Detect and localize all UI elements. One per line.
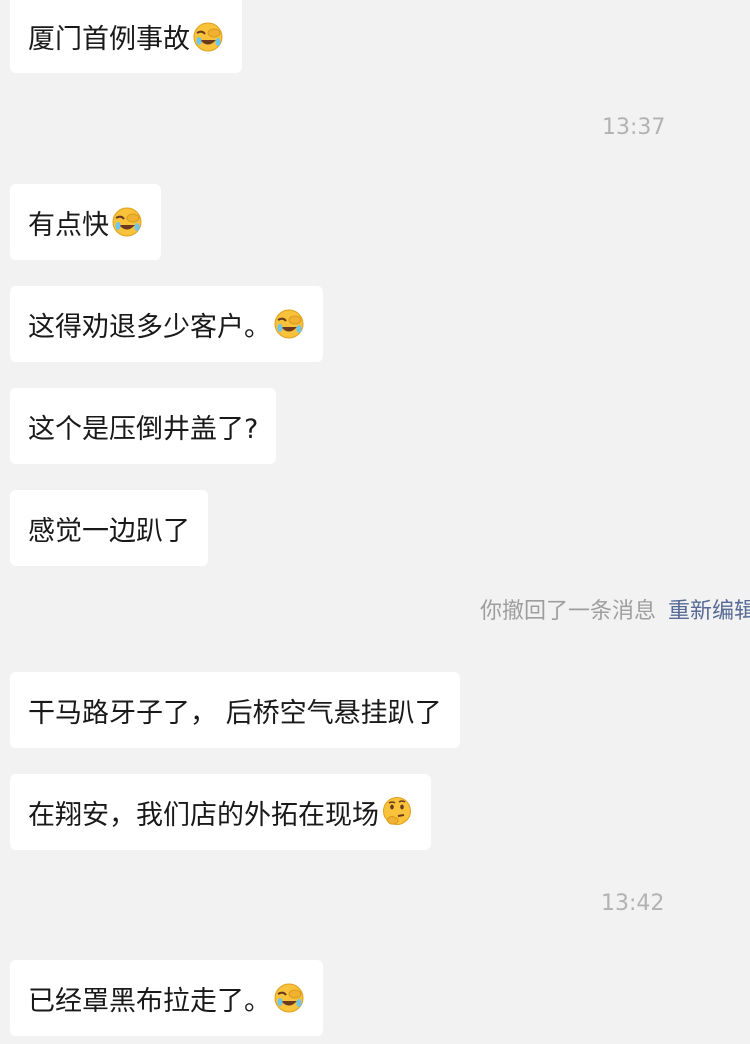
thinking-face-emoji	[383, 797, 411, 825]
message-text: 感觉一边趴了	[28, 515, 190, 547]
message-bubble[interactable]: 有点快	[10, 184, 161, 260]
message-text: 已经罩黑布拉走了。	[28, 985, 271, 1017]
facepalm-laugh-emoji	[193, 22, 223, 51]
chat-message-list[interactable]: 厦门首例事故 13:37 有点快 这得劝退多少客户。 这个是压倒井盖了? 感觉一…	[0, 0, 750, 1044]
recall-notice: 你撤回了一条消息 重新编辑	[480, 597, 750, 627]
message-text: 这个是压倒井盖了?	[28, 413, 259, 445]
message-timestamp: 13:37	[602, 115, 666, 140]
reedit-link[interactable]: 重新编辑	[668, 599, 750, 624]
message-bubble[interactable]: 感觉一边趴了	[10, 490, 208, 566]
message-bubble[interactable]: 干马路牙子了， 后桥空气悬挂趴了	[10, 672, 460, 748]
message-text: 干马路牙子了， 后桥空气悬挂趴了	[28, 697, 442, 729]
message-bubble[interactable]: 厦门首例事故	[10, 0, 242, 73]
message-bubble[interactable]: 这得劝退多少客户。	[10, 286, 323, 362]
message-bubble[interactable]: 这个是压倒井盖了?	[10, 388, 277, 464]
facepalm-laugh-emoji	[112, 207, 142, 237]
message-text: 这得劝退多少客户。	[28, 311, 271, 343]
facepalm-laugh-emoji	[274, 309, 304, 339]
message-text: 厦门首例事故	[28, 24, 190, 55]
recall-notice-text: 你撤回了一条消息	[480, 599, 657, 624]
message-text: 有点快	[28, 209, 109, 241]
message-timestamp: 13:42	[601, 891, 665, 916]
facepalm-laugh-emoji	[274, 983, 304, 1013]
message-text: 在翔安，我们店的外拓在现场	[28, 799, 379, 831]
message-bubble[interactable]: 在翔安，我们店的外拓在现场	[10, 774, 431, 850]
message-bubble[interactable]: 已经罩黑布拉走了。	[10, 960, 323, 1036]
